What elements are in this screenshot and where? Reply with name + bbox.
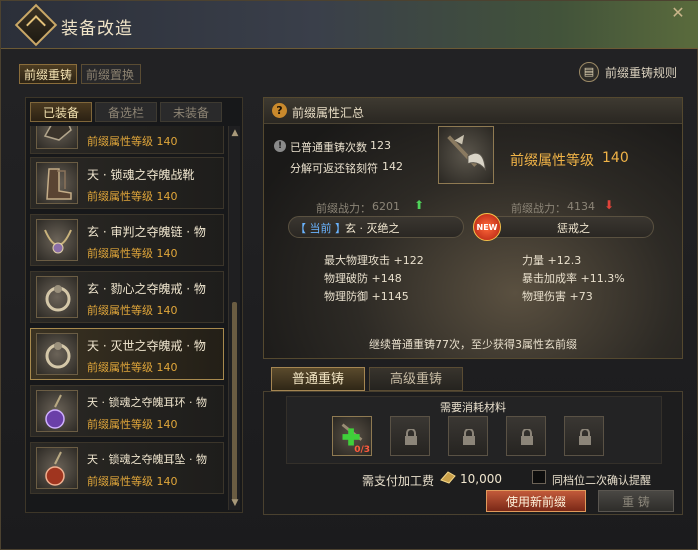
fee-value: 10,000 [460, 472, 502, 486]
emblem-icon [14, 3, 58, 47]
info-icon: ! [274, 140, 286, 152]
tab-spare[interactable]: 备选栏 [95, 102, 157, 122]
return-count: 142 [382, 160, 403, 173]
new-prefix-name: 惩戒之 [557, 222, 590, 235]
locked-slot [506, 416, 546, 456]
new-attr: 力量 +12.3 [522, 254, 582, 267]
ring-icon [36, 276, 78, 318]
list-item[interactable]: 天 · 锁魂之夺魄耳环 · 物 前缀属性等级 140 [30, 385, 224, 437]
item-name: 玄 · 勠心之夺魄戒 · 物 [87, 282, 206, 296]
new-attr: 暴击加成率 +11.3% [522, 272, 625, 285]
reforge-count-label: 已普通重铸次数 [290, 141, 367, 154]
help-icon[interactable]: ? [272, 103, 287, 118]
item-name: 天 · 锁魂之夺魄耳坠 · 物 [87, 453, 207, 466]
earring-red-icon [36, 447, 78, 489]
list-item-selected[interactable]: 天 · 灭世之夺魄戒 · 物 前缀属性等级 140 [30, 328, 224, 380]
use-new-prefix-button[interactable]: 使用新前缀 [486, 490, 586, 512]
material-title: 需要消耗材料 [440, 401, 506, 414]
lock-icon [579, 429, 591, 445]
material-panel: 需要消耗材料 0/3 需支付加工费 10,000 同档位二次确认提醒 使用新前缀… [263, 391, 683, 515]
weapon-prefix-level: 140 [602, 150, 629, 166]
list-item[interactable]: 前缀属性等级 140 [30, 126, 224, 154]
current-attr: 物理破防 +148 [324, 272, 402, 285]
scroll-down-icon[interactable]: ▼ [230, 498, 240, 508]
lock-icon [405, 429, 417, 445]
return-label: 分解可返还铭刻符 [290, 162, 378, 175]
new-badge-icon: NEW [473, 213, 501, 241]
arrow-up-icon: ⬆ [414, 198, 425, 212]
scroll-thumb[interactable] [232, 302, 237, 502]
fee-label: 需支付加工费 [362, 474, 435, 488]
current-prefix-box: 【 当前 】 玄 · 灭绝之 [288, 216, 464, 238]
tab-prefix-reforge[interactable]: 前缀重铸 [19, 64, 77, 84]
item-name: 玄 · 审判之夺魄链 · 物 [87, 225, 206, 239]
item-level: 前缀属性等级 140 [87, 190, 178, 203]
lock-icon [521, 429, 533, 445]
locked-slot [448, 416, 488, 456]
item-name: 天 · 灭世之夺魄戒 · 物 [87, 339, 206, 353]
weapon-prefix-label: 前缀属性等级 [510, 153, 594, 169]
new-power-value: 4134 [567, 200, 595, 213]
tab-normal-reforge[interactable]: 普通重铸 [271, 367, 365, 391]
close-icon[interactable]: ✕ [665, 3, 691, 23]
item-level: 前缀属性等级 140 [87, 304, 178, 317]
window-title: 装备改造 [61, 19, 133, 39]
locked-slot [390, 416, 430, 456]
confirm-label: 同档位二次确认提醒 [552, 474, 651, 487]
current-power-label: 前缀战力： [316, 202, 371, 215]
tab-advanced-reforge[interactable]: 高级重铸 [369, 367, 463, 391]
current-power-value: 6201 [372, 200, 400, 213]
tab-prefix-replace[interactable]: 前缀置换 [81, 64, 141, 84]
item-name: 天 · 锁魂之夺魄耳环 · 物 [87, 396, 207, 409]
list-item[interactable]: 天 · 锁魂之夺魄耳坠 · 物 前缀属性等级 140 [30, 442, 224, 494]
new-prefix-box: NEW 惩戒之 [473, 213, 654, 241]
reforge-rules-label: 前缀重铸规则 [605, 66, 678, 80]
item-level: 前缀属性等级 140 [87, 135, 178, 148]
item-name: 天 · 锁魂之夺魄战靴 [87, 168, 195, 182]
list-item[interactable]: 玄 · 勠心之夺魄戒 · 物 前缀属性等级 140 [30, 271, 224, 323]
reforge-button[interactable]: 重 铸 [598, 490, 674, 512]
title-bar[interactable]: 装备改造 ✕ [1, 1, 698, 49]
prefix-summary-panel: ? 前缀属性汇总 ! 已普通重铸次数 123 分解可返还铭刻符 142 前缀属性… [263, 97, 683, 359]
add-material-slot[interactable]: 0/3 [332, 416, 372, 456]
equipment-list: 前缀属性等级 140 天 · 锁魂之夺魄战靴 前缀属性等级 140 玄 · 审判… [26, 126, 226, 512]
locked-slot [564, 416, 604, 456]
tab-equipped[interactable]: 已装备 [30, 102, 92, 122]
item-level: 前缀属性等级 140 [87, 247, 178, 260]
list-scrollbar[interactable]: ▲ ▼ [228, 126, 240, 510]
material-count: 0/3 [354, 445, 370, 455]
coin-icon [440, 471, 456, 484]
confirm-checkbox[interactable] [532, 470, 546, 484]
scroll-up-icon[interactable]: ▲ [230, 128, 240, 138]
item-level: 前缀属性等级 140 [87, 418, 178, 431]
current-prefix-name: 玄 · 灭绝之 [345, 222, 400, 235]
gloves-icon [36, 126, 78, 149]
list-item[interactable]: 天 · 锁魂之夺魄战靴 前缀属性等级 140 [30, 157, 224, 209]
item-level: 前缀属性等级 140 [87, 475, 178, 488]
tab-unequipped[interactable]: 未装备 [160, 102, 222, 122]
scythe-weapon-icon[interactable] [438, 126, 494, 184]
current-attr: 最大物理攻击 +122 [324, 254, 424, 267]
necklace-icon [36, 219, 78, 261]
item-level: 前缀属性等级 140 [87, 361, 178, 374]
arrow-down-icon: ⬇ [604, 198, 615, 212]
boots-icon [36, 162, 78, 204]
summary-title: 前缀属性汇总 [292, 106, 365, 120]
continue-hint: 继续普通重铸77次，至少获得3属性玄前缀 [369, 338, 577, 351]
ring-icon [36, 333, 78, 375]
earring-purple-icon [36, 390, 78, 432]
new-attr: 物理伤害 +73 [522, 290, 593, 303]
equipment-list-panel: 已装备 备选栏 未装备 前缀属性等级 140 天 · 锁魂之夺魄战靴 前缀属性等… [25, 97, 243, 513]
reforge-rules-link[interactable]: ▤ 前缀重铸规则 [579, 62, 679, 84]
lock-icon [463, 429, 475, 445]
summary-header: ? 前缀属性汇总 [264, 98, 682, 124]
list-item[interactable]: 玄 · 审判之夺魄链 · 物 前缀属性等级 140 [30, 214, 224, 266]
new-power-label: 前缀战力： [511, 202, 566, 215]
book-icon: ▤ [579, 62, 599, 82]
current-attr: 物理防御 +1145 [324, 290, 409, 303]
equipment-reforge-window: 装备改造 ✕ 前缀重铸 前缀置换 ▤ 前缀重铸规则 已装备 备选栏 未装备 前缀… [0, 0, 698, 550]
reforge-count: 123 [370, 139, 391, 152]
current-tag: 【 当前 】 [295, 222, 346, 235]
